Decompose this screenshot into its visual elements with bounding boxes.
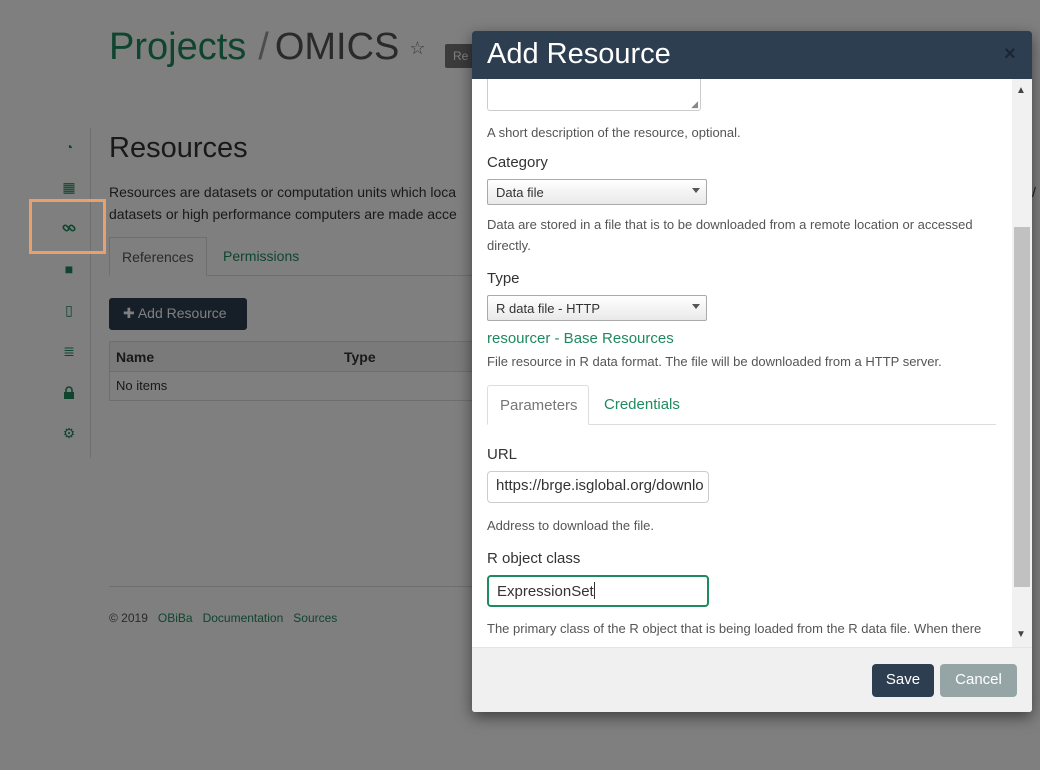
url-help: Address to download the file. [487, 518, 654, 533]
r-object-class-help: The primary class of the R object that i… [487, 621, 982, 647]
scroll-down-icon[interactable]: ▼ [1016, 629, 1026, 640]
nav-highlight-box [29, 199, 106, 254]
category-label: Category [487, 154, 548, 171]
add-resource-modal: Add Resource × ◢ A short description of … [472, 31, 1032, 712]
modal-header: Add Resource × [472, 31, 1032, 79]
type-help: File resource in R data format. The file… [487, 354, 942, 369]
resize-grip-icon[interactable]: ◢ [691, 99, 698, 110]
chevron-down-icon [692, 304, 700, 309]
r-object-class-input[interactable]: ExpressionSet [487, 575, 709, 607]
modal-title: Add Resource [487, 38, 671, 70]
r-object-class-value: ExpressionSet [497, 583, 594, 600]
category-help: Data are stored in a file that is to be … [487, 217, 973, 253]
tab-parameters[interactable]: Parameters [487, 385, 589, 425]
tab-credentials[interactable]: Credentials [592, 385, 692, 425]
modal-footer: Save Cancel [472, 647, 1032, 712]
text-cursor [593, 582, 595, 599]
scroll-up-icon[interactable]: ▲ [1016, 85, 1026, 96]
category-select[interactable]: Data file [487, 179, 707, 205]
url-input[interactable]: https://brge.isglobal.org/downlo [487, 471, 709, 503]
category-selected-value: Data file [496, 185, 544, 200]
cancel-button[interactable]: Cancel [940, 664, 1017, 697]
close-icon[interactable]: × [1004, 43, 1016, 66]
scrollbar-thumb[interactable] [1014, 227, 1030, 587]
parameters-tabs: Parameters Credentials [487, 385, 996, 425]
package-link[interactable]: resourcer - Base Resources [487, 330, 674, 347]
save-button[interactable]: Save [872, 664, 934, 697]
description-textarea[interactable]: ◢ [487, 79, 701, 111]
chevron-down-icon [692, 188, 700, 193]
description-help: A short description of the resource, opt… [487, 125, 741, 140]
r-object-class-label: R object class [487, 550, 581, 567]
type-select[interactable]: R data file - HTTP [487, 295, 707, 321]
url-label: URL [487, 446, 518, 463]
type-selected-value: R data file - HTTP [496, 301, 601, 316]
modal-body: ◢ A short description of the resource, o… [472, 79, 1032, 647]
type-label: Type [487, 270, 520, 287]
